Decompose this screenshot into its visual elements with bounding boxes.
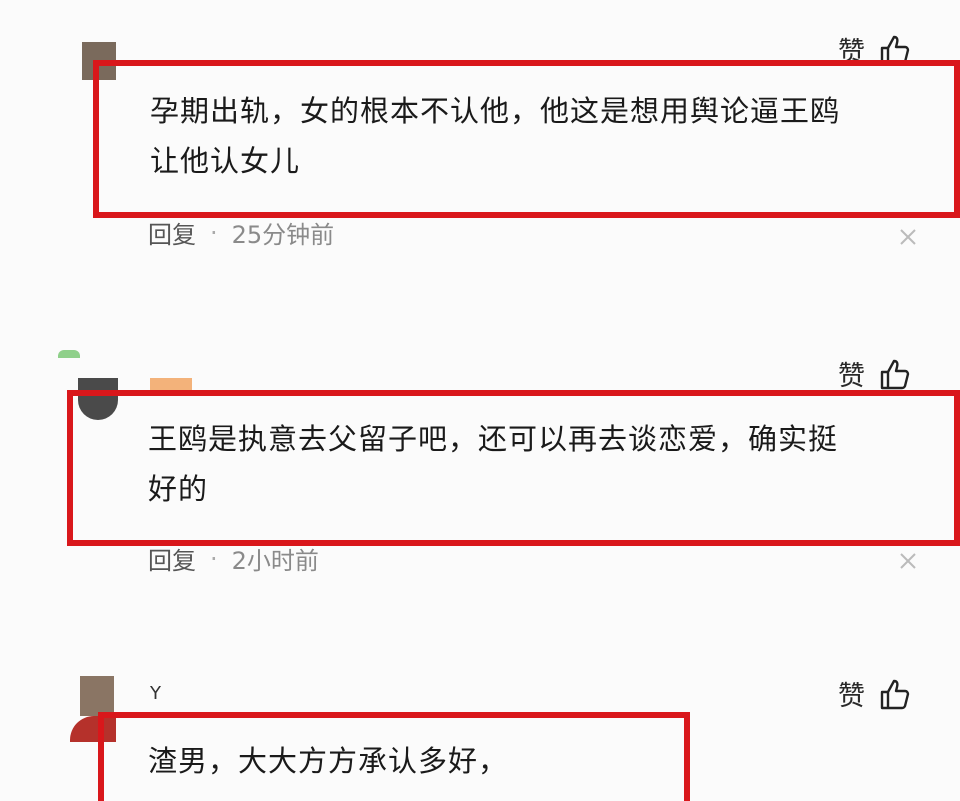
avatar[interactable] [70, 676, 116, 742]
meta-separator: · [210, 218, 218, 247]
comment-text-line: 渣男，大大方方承认多好， [148, 744, 509, 778]
comment-text-line: 王鸥是执意去父留子吧，还可以再去谈恋爱，确实挺 [148, 422, 839, 456]
comment-text: 王鸥是执意去父留子吧，还可以再去谈恋爱，确实挺 好的 [148, 414, 838, 514]
comment-text: 孕期出轨，女的根本不认他，他这是想用舆论逼王鸥 让他认女儿 [150, 86, 840, 186]
comment-list: 赞 孕期出轨，女的根本不认他，他这是想用舆论逼王鸥 让他认女儿 回复 · 25分… [0, 0, 960, 801]
reply-button[interactable]: 回复 [148, 215, 196, 250]
user-nickname[interactable]: Y [150, 683, 161, 704]
comment-meta: 回复 · 25分钟前 [148, 215, 334, 250]
avatar[interactable] [78, 378, 118, 420]
comment-item: 赞 孕期出轨，女的根本不认他，他这是想用舆论逼王鸥 让他认女儿 回复 · 25分… [0, 0, 960, 290]
comment-time: 2小时前 [231, 547, 319, 575]
avatar-decoration [58, 350, 80, 358]
thumbs-up-icon [879, 677, 911, 711]
like-button[interactable]: 赞 [838, 674, 911, 713]
comment-time: 25分钟前 [231, 221, 335, 249]
comment-text-line: 孕期出轨，女的根本不认他，他这是想用舆论逼王鸥 [150, 94, 841, 128]
meta-separator: · [210, 544, 218, 573]
thumbs-up-icon [879, 357, 911, 391]
comment-meta: 回复 · 2小时前 [148, 541, 319, 576]
close-icon[interactable] [898, 227, 918, 247]
like-button[interactable]: 赞 [838, 354, 911, 393]
comment-text-line: 好的 [148, 472, 209, 506]
highlight-box [98, 712, 690, 801]
reply-button[interactable]: 回复 [148, 541, 196, 576]
like-label: 赞 [838, 681, 865, 712]
close-icon[interactable] [898, 551, 918, 571]
like-label: 赞 [838, 361, 865, 392]
highlight-box [67, 390, 960, 546]
badge-decoration [150, 378, 192, 392]
comment-text: 渣男，大大方方承认多好， [148, 736, 508, 786]
comment-text-line: 让他认女儿 [150, 144, 301, 178]
